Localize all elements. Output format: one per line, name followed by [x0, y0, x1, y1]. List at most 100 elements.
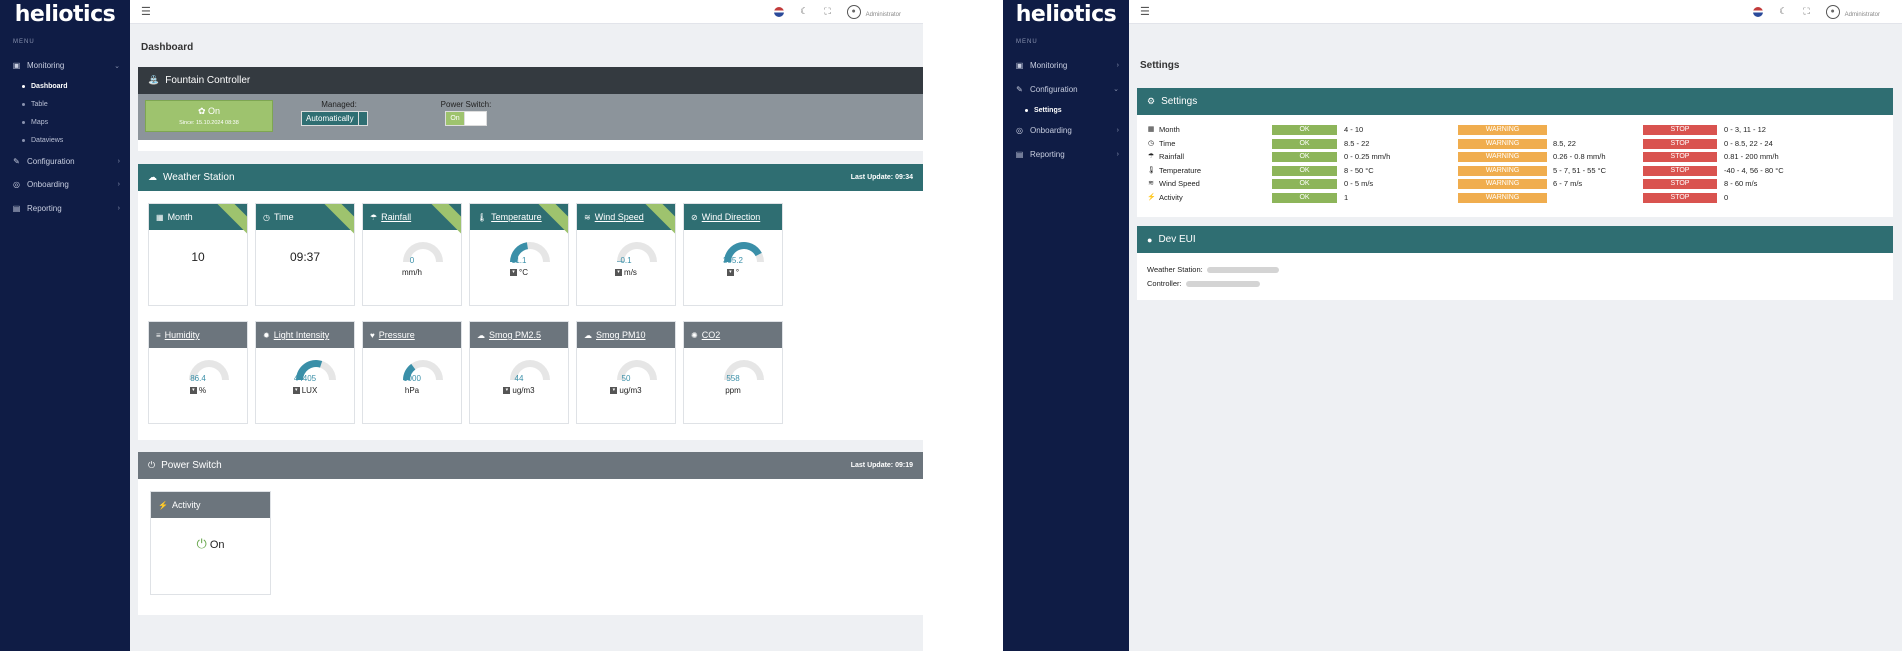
weather-tile-wind-speed: ≋ Wind Speed 0.1 ▾ m/s: [576, 203, 676, 306]
trend-icon: ▾: [292, 387, 300, 395]
redacted-value: [1185, 281, 1260, 288]
sidebar-item-reporting[interactable]: ▤ Reporting ›: [0, 197, 130, 221]
tile-header[interactable]: ⊘ Wind Direction: [684, 204, 782, 230]
menu-toggle-icon[interactable]: ☰: [1140, 5, 1150, 18]
tile-body: 0.1 ▾ m/s: [577, 230, 675, 305]
user-menu[interactable]: ● Administrator: [1825, 4, 1880, 19]
tile-value: 86.4: [190, 374, 206, 383]
card-title: Settings: [1161, 96, 1198, 107]
weather-tile-time: ◷ Time 09:37: [255, 203, 355, 306]
activity-value: On: [209, 539, 225, 551]
managed-select[interactable]: Automatically: [301, 111, 377, 126]
report-icon: ▤: [12, 203, 21, 213]
stop-badge: STOP: [1643, 192, 1717, 203]
dark-mode-icon[interactable]: ☾: [1779, 6, 1787, 17]
chevron-right-icon: ›: [1116, 62, 1119, 70]
monitor-icon: ▣: [1015, 61, 1024, 71]
sidebar-subitem-dashboard[interactable]: Dashboard: [0, 78, 130, 96]
brand-logo[interactable]: heliotics: [1003, 0, 1129, 28]
tile-body: 1000 hPa: [363, 348, 461, 423]
sidebar-item-configuration[interactable]: ✎ Configuration ›: [0, 150, 130, 174]
sidebar-subitem-maps[interactable]: Maps: [0, 114, 130, 132]
language-flag-icon[interactable]: [1753, 6, 1764, 17]
tile-title[interactable]: Wind Direction: [702, 212, 761, 222]
tile-header[interactable]: ≡ Humidity: [149, 322, 247, 348]
sidebar-item-onboarding[interactable]: ◎ Onboarding ›: [1003, 119, 1129, 143]
tile-header[interactable]: ♥ Pressure: [363, 322, 461, 348]
sidebar-item-monitoring[interactable]: ▣ Monitoring ›: [1003, 54, 1129, 78]
menu-toggle-icon[interactable]: ☰: [141, 5, 151, 18]
tile-header[interactable]: ☁ Smog PM2.5: [470, 322, 568, 348]
tile-body: 44405 ▾ LUX: [256, 348, 354, 423]
page-title: Dashboard: [141, 42, 194, 53]
tile-header[interactable]: ☁ Smog PM10: [577, 322, 675, 348]
topbar: ☰ ☾ ⛶ ● Administrator: [1129, 0, 1902, 24]
user-menu[interactable]: ● Administrator: [846, 4, 901, 19]
tile-title[interactable]: CO2: [702, 330, 721, 340]
tile-header: ⚡ Activity: [151, 492, 270, 518]
sidebar: heliotics MENU ▣ Monitoring ⌄ Dashboard …: [0, 0, 130, 651]
weather-tile-humidity: ≡ Humidity 86.4 ▾%: [148, 321, 248, 424]
compass-icon: ⊘: [691, 212, 698, 222]
fountain-since: Since: 15.10.2024 08:38: [179, 120, 239, 126]
tile-unit-row: hPa: [363, 386, 461, 395]
fountain-state-label: On: [208, 106, 221, 116]
sidebar-subitem-dataviews[interactable]: Dataviews: [0, 132, 130, 150]
settings-row: ◷ Time OK 8.5 - 22 WARNING 8.5, 22 STOP 0 - 8.5…: [1147, 137, 1883, 151]
warning-badge: WARNING: [1458, 179, 1547, 189]
tile-title[interactable]: Pressure: [379, 330, 415, 340]
circle-icon: ●: [1147, 234, 1153, 245]
user-name: Administrator: [1844, 11, 1880, 18]
sidebar-item-label: Configuration: [27, 156, 75, 166]
tile-title[interactable]: Smog PM10: [596, 330, 646, 340]
tile-header[interactable]: ✹ Light Intensity: [256, 322, 354, 348]
umbrella-icon: ☂: [370, 212, 378, 222]
ok-badge: OK: [1272, 179, 1337, 189]
tile-title[interactable]: Smog PM2.5: [489, 330, 541, 340]
tile-title[interactable]: Humidity: [165, 330, 200, 340]
trend-icon: ▾: [503, 387, 511, 395]
brand-logo[interactable]: heliotics: [0, 0, 130, 28]
warning-badge: WARNING: [1458, 125, 1547, 135]
sidebar-subitem-label: Table: [31, 101, 48, 108]
fullscreen-icon[interactable]: ⛶: [824, 6, 830, 17]
chevron-right-icon: ›: [1116, 150, 1119, 158]
sidebar-item-monitoring[interactable]: ▣ Monitoring ⌄: [0, 54, 130, 78]
globe-icon: ◎: [13, 180, 20, 190]
warning-badge: WARNING: [1458, 165, 1547, 176]
tile-unit: ug/m3: [619, 386, 642, 395]
parameter-name: Rainfall: [1159, 152, 1185, 161]
dev-eui-card: ● Dev EUI Weather Station: Controller:: [1137, 226, 1893, 300]
parameter-name: Month: [1159, 125, 1180, 134]
tile-header[interactable]: ✺ CO2: [684, 322, 782, 348]
card-header: ⚙ Settings: [1137, 88, 1893, 115]
sidebar-item-reporting[interactable]: ▤ Reporting ›: [1003, 143, 1129, 167]
card-title: Power Switch: [161, 460, 222, 471]
sidebar-subitem-table[interactable]: Table: [0, 96, 130, 114]
dark-mode-icon[interactable]: ☾: [800, 6, 808, 17]
warning-badge: WARNING: [1458, 138, 1547, 149]
calendar-icon: ▦: [1147, 126, 1155, 133]
fullscreen-icon[interactable]: ⛶: [1803, 6, 1809, 17]
language-flag-icon[interactable]: [774, 6, 785, 17]
sidebar: heliotics MENU ▣ Monitoring › ✎ Configur…: [1003, 0, 1129, 651]
tile-title[interactable]: Light Intensity: [274, 330, 330, 340]
sidebar-item-configuration[interactable]: ✎ Configuration ⌄: [1003, 78, 1129, 102]
bullet-icon: [22, 103, 25, 106]
sidebar-item-onboarding[interactable]: ◎ Onboarding ›: [0, 173, 130, 197]
tile-unit-row: ▾%: [149, 386, 247, 395]
chevron-right-icon: ›: [1116, 127, 1119, 135]
weather-station-eui-label: Weather Station:: [1147, 265, 1203, 274]
tile-title[interactable]: Rainfall: [381, 212, 411, 222]
power-switch-toggle[interactable]: On: [436, 111, 496, 126]
weather-tile-smog-pm2-5: ☁ Smog PM2.5 44 ▾ ug/m3: [469, 321, 569, 424]
tile-title[interactable]: Temperature: [491, 212, 542, 222]
dashboard-screen: heliotics MENU ▣ Monitoring ⌄ Dashboard …: [0, 0, 923, 651]
settings-screen: heliotics MENU ▣ Monitoring › ✎ Configur…: [1003, 0, 1902, 651]
ok-range: 8.5 - 22: [1344, 138, 1370, 148]
tile-unit: m/s: [624, 268, 637, 277]
fountain-state-button[interactable]: ✿ On Since: 15.10.2024 08:38: [145, 100, 273, 132]
sidebar-subitem-settings[interactable]: Settings: [1003, 101, 1129, 119]
tile-title[interactable]: Wind Speed: [595, 212, 644, 222]
sun-icon: ✹: [263, 330, 270, 340]
